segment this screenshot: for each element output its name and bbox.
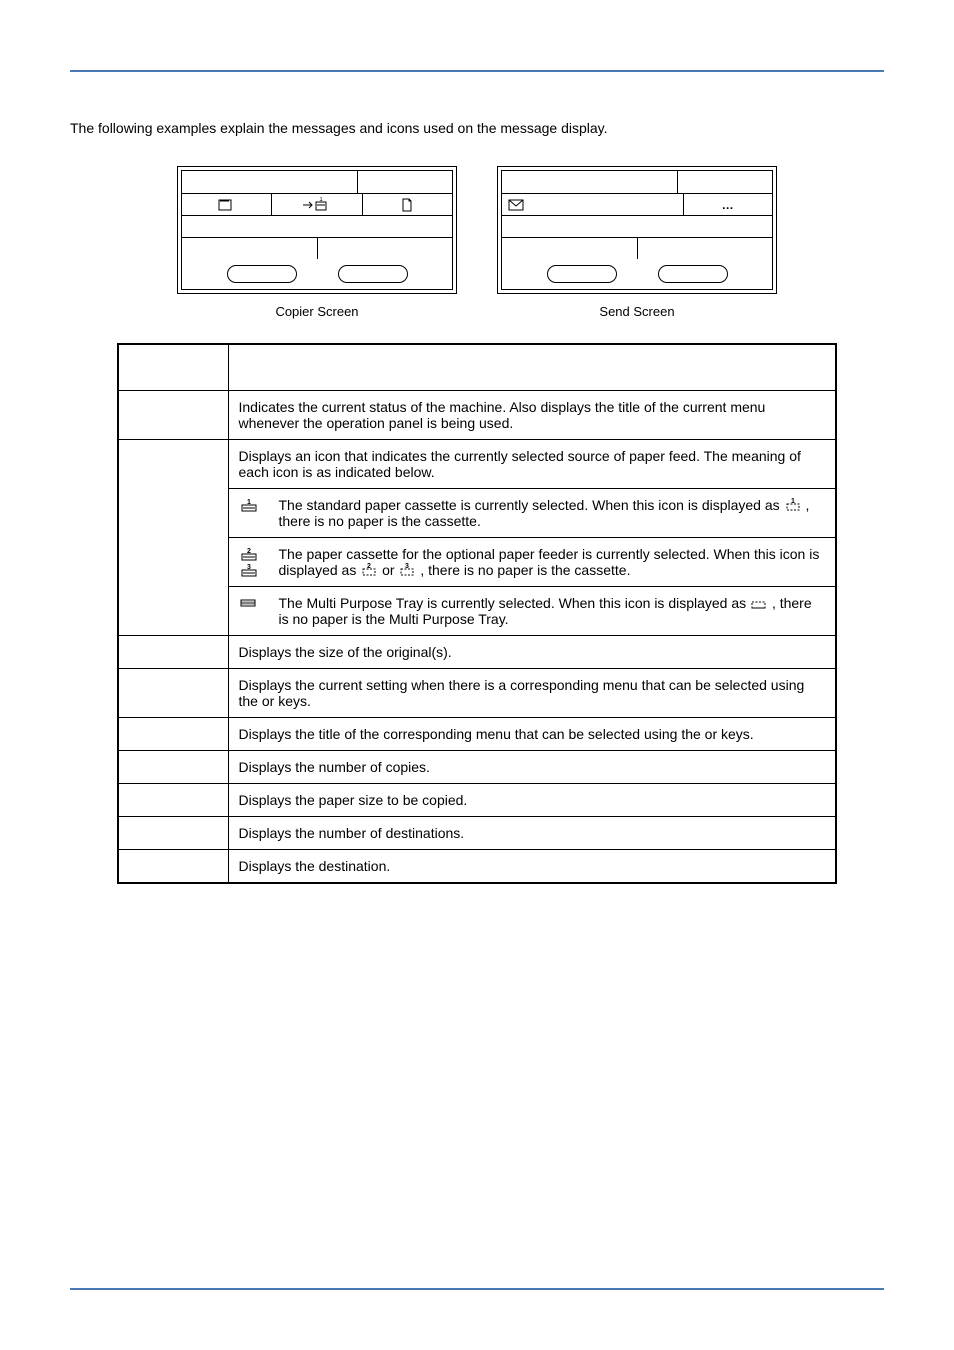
arrow-cassette-icon: 1 [302,197,332,213]
table-row: Displays the size of the original(s). [118,635,836,668]
header-left [118,344,228,390]
table-row: Displays an icon that indicates the curr… [118,439,836,488]
cassette3-empty-icon: 3 [398,563,416,577]
screen-diagrams: 1 [70,166,884,319]
soft-key-right [338,265,408,283]
cassette2-empty-icon: 2 [360,563,378,577]
table-row: Displays the title of the corresponding … [118,717,836,750]
intro-text: The following examples explain the messa… [70,120,884,136]
cassette2-icon: 2 [239,548,259,562]
mp-tray-icon [239,597,259,609]
original-icon [218,198,236,212]
copier-screen-box: 1 [177,166,457,319]
reference-table: Indicates the current status of the mach… [117,343,837,884]
ellipsis-icon: … [684,194,772,215]
mp-tray-empty-icon [750,600,768,610]
top-divider [70,70,884,72]
envelope-icon [508,199,524,211]
table-row: Displays the number of copies. [118,750,836,783]
table-row: Displays the destination. [118,849,836,883]
page-icon [401,198,413,212]
soft-key-left [547,265,617,283]
soft-key-left [227,265,297,283]
bottom-divider [70,1288,884,1290]
send-screen-box: … Send Screen [497,166,777,319]
table-row: Displays the current setting when there … [118,668,836,717]
table-row: Displays the number of destinations. [118,816,836,849]
header-right [228,344,836,390]
table-row: Indicates the current status of the mach… [118,390,836,439]
send-caption: Send Screen [497,304,777,319]
cassette1-empty-icon: 1 [784,498,802,512]
cassette1-icon: 1 [239,499,259,513]
cassette3-icon: 3 [239,564,259,578]
soft-key-right [658,265,728,283]
table-row: Displays the paper size to be copied. [118,783,836,816]
copier-caption: Copier Screen [177,304,457,319]
